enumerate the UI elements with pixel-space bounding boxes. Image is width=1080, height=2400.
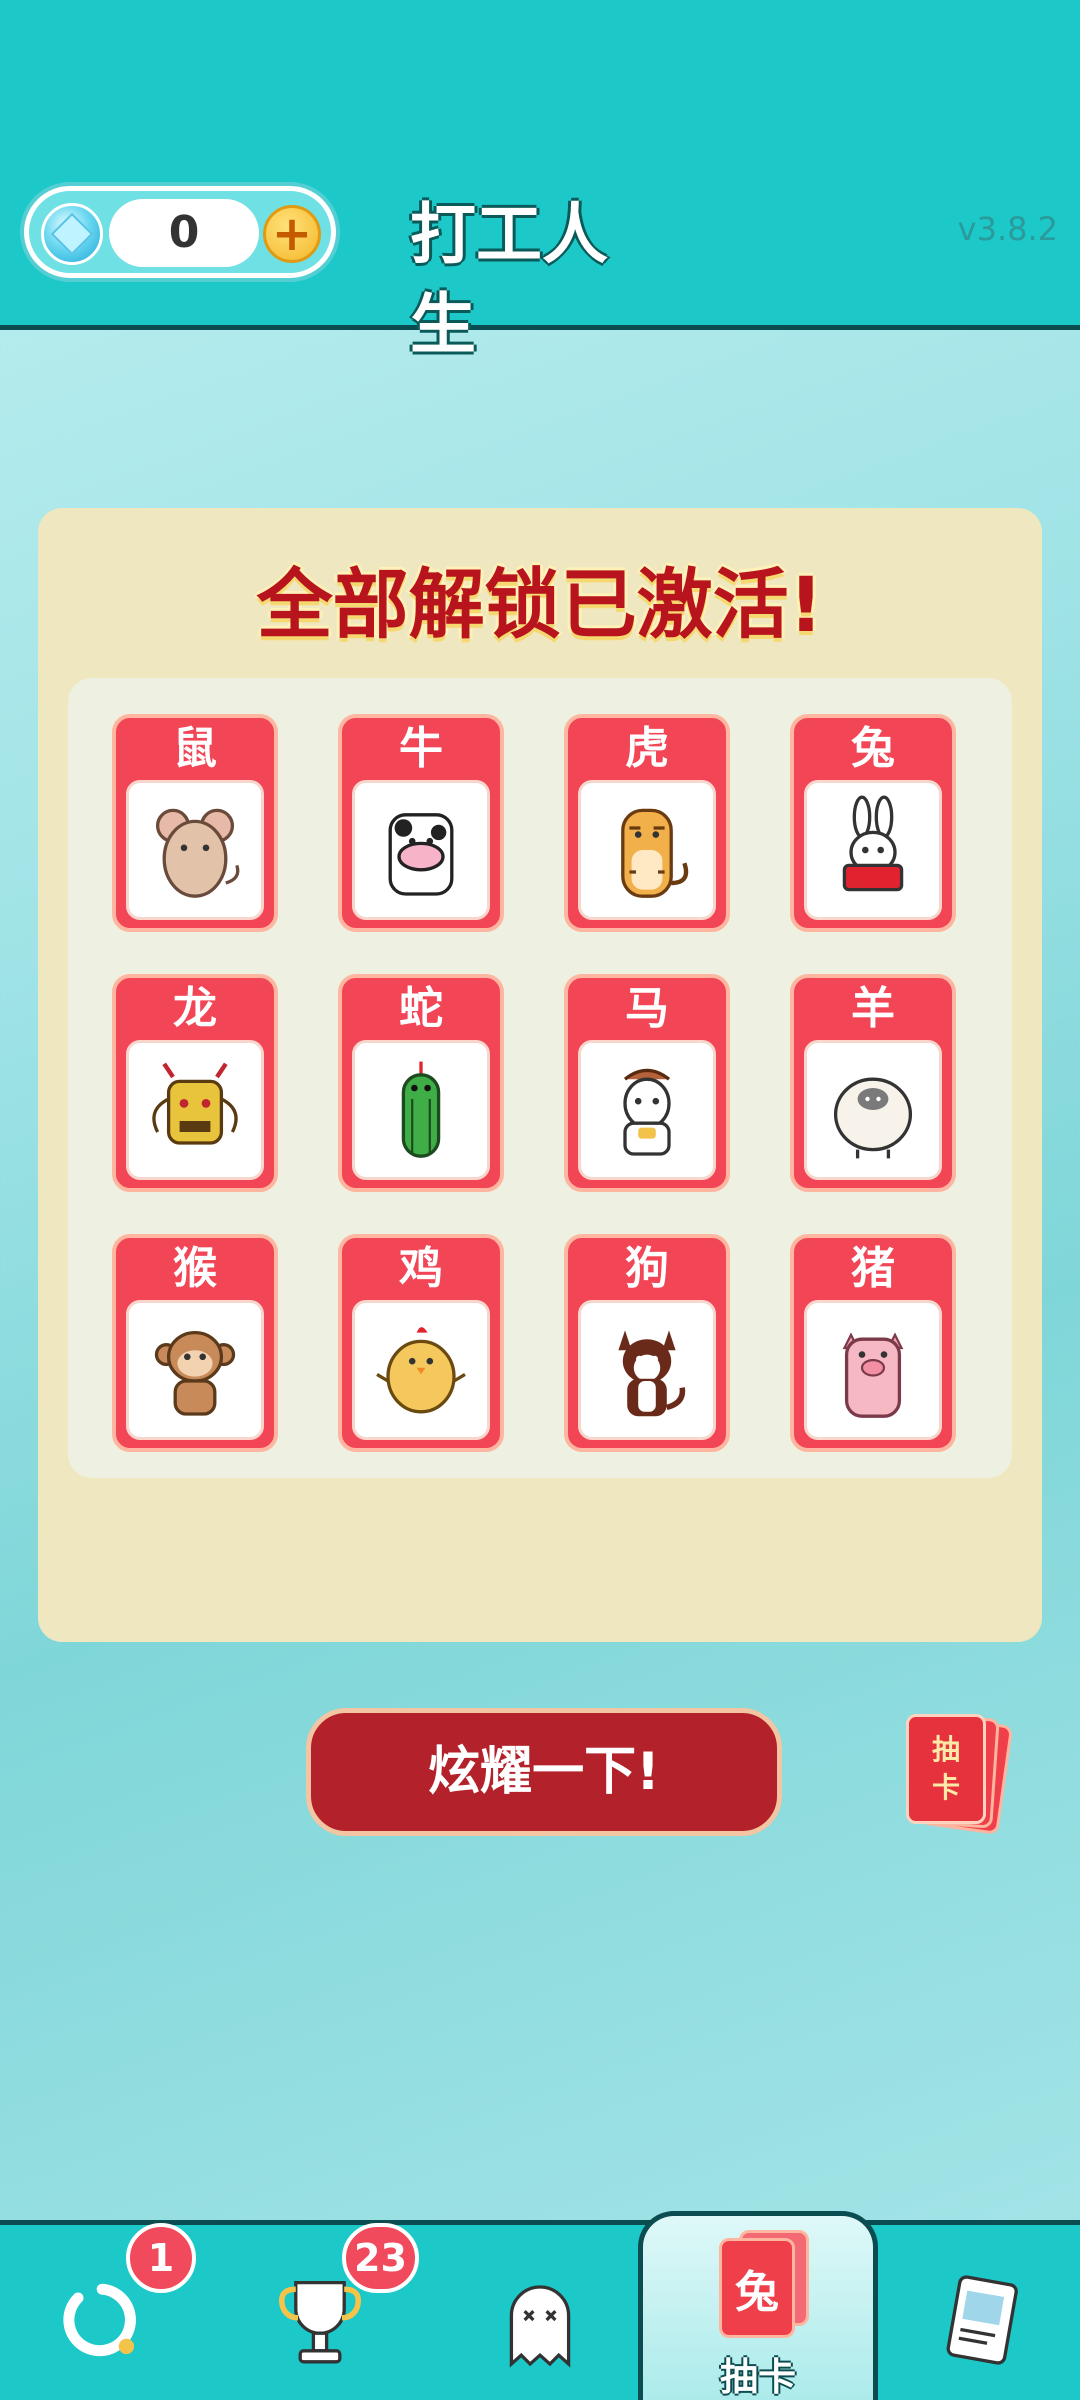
diamond-icon <box>41 203 103 265</box>
snake-icon <box>352 1040 490 1180</box>
draw-card-button[interactable]: 抽 卡 <box>900 1706 1020 1836</box>
zodiac-card-pig[interactable]: 猪 <box>790 1234 956 1452</box>
bottom-navigation: 1 23 兔 抽卡 <box>0 2211 1080 2400</box>
draw-card-icon: 兔 <box>719 2238 795 2338</box>
zodiac-card-monkey[interactable]: 猴 <box>112 1234 278 1452</box>
card-label: 龙 <box>173 983 217 1034</box>
zodiac-card-horse[interactable]: 马 <box>564 974 730 1192</box>
tiger-icon <box>578 780 716 920</box>
card-label: 蛇 <box>399 983 443 1034</box>
card-label: 牛 <box>399 723 443 774</box>
zodiac-card-chicken[interactable]: 鸡 <box>338 1234 504 1452</box>
nav-item-progress[interactable]: 1 <box>30 2223 196 2395</box>
gem-count: 0 <box>109 199 259 267</box>
dragon-icon <box>126 1040 264 1180</box>
nav-item-book[interactable] <box>910 2245 1050 2395</box>
notification-badge: 1 <box>126 2223 196 2293</box>
card-label: 马 <box>625 983 669 1034</box>
zodiac-card-rat[interactable]: 鼠 <box>112 714 278 932</box>
nav-item-draw-card[interactable]: 兔 抽卡 <box>638 2211 878 2400</box>
draw-card-text-1: 抽 <box>931 1733 960 1766</box>
chicken-icon <box>352 1300 490 1440</box>
card-label: 虎 <box>625 723 669 774</box>
rabbit-icon <box>804 780 942 920</box>
zodiac-panel: 全部解锁已激活! 鼠 牛 虎 兔 龙 蛇 马 羊 猴 鸡 狗 猪 <box>38 508 1042 1642</box>
sheep-icon <box>804 1040 942 1180</box>
dog-icon <box>578 1300 716 1440</box>
card-label: 狗 <box>625 1243 669 1294</box>
version-label: v3.8.2 <box>957 210 1058 248</box>
rat-icon <box>126 780 264 920</box>
draw-card-text-2: 卡 <box>931 1771 960 1804</box>
add-gems-button[interactable]: + <box>263 205 321 263</box>
zodiac-card-snake[interactable]: 蛇 <box>338 974 504 1192</box>
zodiac-card-rabbit[interactable]: 兔 <box>790 714 956 932</box>
draw-card-front: 抽 卡 <box>906 1714 986 1824</box>
zodiac-card-tiger[interactable]: 虎 <box>564 714 730 932</box>
zodiac-card-dog[interactable]: 狗 <box>564 1234 730 1452</box>
horse-icon <box>578 1040 716 1180</box>
zodiac-card-sheep[interactable]: 羊 <box>790 974 956 1192</box>
show-off-button[interactable]: 炫耀一下! <box>306 1708 782 1836</box>
monkey-icon <box>126 1300 264 1440</box>
unlock-status-title: 全部解锁已激活! <box>256 560 824 649</box>
card-label: 兔 <box>851 723 895 774</box>
nav-item-ghost[interactable] <box>470 2245 610 2395</box>
app-title: 打工人生 <box>410 196 608 363</box>
pig-icon <box>804 1300 942 1440</box>
ghost-icon <box>509 2285 571 2368</box>
zodiac-grid: 鼠 牛 虎 兔 龙 蛇 马 羊 猴 鸡 狗 猪 <box>68 678 1012 1478</box>
nav-label-draw-card: 抽卡 <box>719 2355 796 2399</box>
zodiac-card-dragon[interactable]: 龙 <box>112 974 278 1192</box>
nav-item-trophy[interactable]: 23 <box>250 2223 419 2395</box>
zodiac-card-ox[interactable]: 牛 <box>338 714 504 932</box>
book-icon <box>946 2275 1018 2365</box>
ox-icon <box>352 780 490 920</box>
notification-badge: 23 <box>342 2223 419 2293</box>
top-bar: 0 + 打工人生 v3.8.2 <box>0 0 1080 363</box>
card-label: 猪 <box>851 1243 895 1294</box>
gem-balance[interactable]: 0 + <box>24 186 336 278</box>
card-label: 羊 <box>851 983 895 1034</box>
card-label: 鼠 <box>173 723 217 774</box>
card-label: 猴 <box>173 1243 217 1294</box>
card-label: 鸡 <box>399 1243 443 1294</box>
